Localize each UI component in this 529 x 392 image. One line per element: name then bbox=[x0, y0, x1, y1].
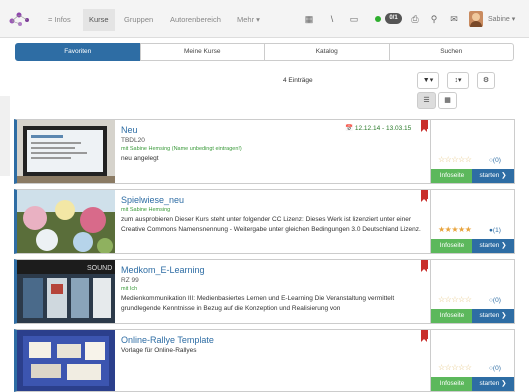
user-menu[interactable]: Sabine ▾ bbox=[488, 14, 515, 26]
course-row: Neu TBDL20 mit Sabine Hemsing (Name unbe… bbox=[14, 119, 515, 184]
search-icon[interactable]: ⚲ bbox=[428, 13, 440, 25]
mail-icon[interactable]: ✉ bbox=[448, 13, 460, 25]
course-owner: mit Ich bbox=[121, 286, 138, 292]
folder-icon[interactable]: ▭ bbox=[348, 13, 360, 25]
tab-favoriten[interactable]: Favoriten bbox=[15, 43, 141, 61]
calendar-icon[interactable]: ▦ bbox=[303, 13, 315, 25]
course-actions: ☆☆☆☆☆ ○(0) Infoseite starten ❯ bbox=[430, 120, 514, 183]
comments-count[interactable]: ●(1) bbox=[489, 227, 501, 234]
course-description: zum ausprobieren Dieser Kurs steht unter… bbox=[121, 216, 421, 233]
course-owner: mit Sabine Hemsing (Name unbedingt eintr… bbox=[121, 146, 242, 152]
nav-kurse[interactable]: Kurse bbox=[83, 9, 115, 31]
bookmark-icon[interactable] bbox=[421, 190, 428, 202]
table-view-button[interactable]: ▦ bbox=[438, 92, 457, 109]
rating-stars[interactable]: ☆☆☆☆☆ bbox=[438, 363, 472, 372]
table-view-icon: ▦ bbox=[444, 97, 451, 104]
infoseite-button[interactable]: Infoseite bbox=[431, 309, 473, 323]
course-code: TBDL20 bbox=[121, 137, 145, 144]
infoseite-button[interactable]: Infoseite bbox=[431, 169, 473, 183]
tab-meine-kurse[interactable]: Meine Kurse bbox=[139, 43, 265, 61]
course-actions: ★★★★★ ●(1) Infoseite starten ❯ bbox=[430, 190, 514, 253]
course-description: Medienkommunikation III: Medienbasiertes… bbox=[121, 295, 395, 312]
course-info: Online-Rallye Template Vorlage für Onlin… bbox=[121, 334, 431, 356]
online-status-icon[interactable] bbox=[375, 16, 381, 22]
nav-mehr[interactable]: Mehr ▾ bbox=[237, 14, 260, 26]
starten-button[interactable]: starten ❯ bbox=[472, 377, 514, 391]
course-title[interactable]: Online-Rallye Template bbox=[121, 334, 431, 346]
course-thumbnail[interactable]: SOUND bbox=[17, 260, 115, 323]
avatar[interactable] bbox=[469, 11, 483, 27]
course-tabs: Favoriten Meine Kurse Katalog Suchen bbox=[15, 43, 514, 61]
course-description: neu angelegt bbox=[121, 155, 159, 162]
course-row: SOUND Medkom_E-Learning RZ 99 mit Ich Me… bbox=[14, 259, 515, 324]
tab-katalog[interactable]: Katalog bbox=[264, 43, 390, 61]
starten-button[interactable]: starten ❯ bbox=[472, 239, 514, 253]
nav-autorenbereich[interactable]: Autorenbereich bbox=[170, 14, 221, 26]
course-date: 📅 12.12.14 - 13.03.15 bbox=[345, 125, 412, 132]
course-owner: mit Sabine Hemsing bbox=[121, 207, 171, 213]
starten-button[interactable]: starten ❯ bbox=[472, 169, 514, 183]
nav-infos[interactable]: = Infos bbox=[48, 14, 71, 26]
rating-stars[interactable]: ☆☆☆☆☆ bbox=[438, 155, 472, 164]
top-navbar: = Infos Kurse Gruppen Autorenbereich Meh… bbox=[0, 0, 529, 38]
course-title[interactable]: Medkom_E-Learning bbox=[121, 264, 431, 276]
settings-button[interactable]: ⚙ bbox=[477, 72, 495, 89]
comments-count[interactable]: ○(0) bbox=[489, 365, 501, 372]
course-code: RZ 99 bbox=[121, 277, 139, 284]
print-icon[interactable]: ⎙ bbox=[409, 13, 421, 25]
course-title[interactable]: Spielwiese_neu bbox=[121, 194, 431, 206]
course-description: Vorlage für Online-Rallyes bbox=[121, 347, 197, 354]
rss-icon[interactable]: \ bbox=[326, 13, 338, 25]
course-row: Online-Rallye Template Vorlage für Onlin… bbox=[14, 329, 515, 392]
tab-suchen[interactable]: Suchen bbox=[388, 43, 514, 61]
entries-count: 4 Einträge bbox=[283, 77, 313, 84]
list-view-button[interactable]: ☰ bbox=[417, 92, 436, 109]
bookmark-icon[interactable] bbox=[421, 330, 428, 342]
course-info: Medkom_E-Learning RZ 99 mit Ich Medienko… bbox=[121, 264, 431, 313]
course-thumbnail[interactable] bbox=[17, 190, 115, 253]
rating-stars[interactable]: ★★★★★ bbox=[438, 225, 472, 234]
logo-icon[interactable] bbox=[8, 9, 32, 29]
course-actions: ☆☆☆☆☆ ○(0) Infoseite starten ❯ bbox=[430, 330, 514, 391]
left-gutter bbox=[0, 96, 10, 176]
course-row: Spielwiese_neu mit Sabine Hemsing zum au… bbox=[14, 189, 515, 254]
course-actions: ☆☆☆☆☆ ○(0) Infoseite starten ❯ bbox=[430, 260, 514, 323]
infoseite-button[interactable]: Infoseite bbox=[431, 377, 473, 391]
course-thumbnail[interactable] bbox=[17, 330, 115, 391]
bookmark-icon[interactable] bbox=[421, 120, 428, 132]
list-view-icon: ☰ bbox=[423, 97, 430, 104]
svg-text:SOUND: SOUND bbox=[87, 265, 112, 272]
bookmark-icon[interactable] bbox=[421, 260, 428, 272]
course-thumbnail[interactable] bbox=[17, 120, 115, 183]
nav-gruppen[interactable]: Gruppen bbox=[124, 14, 153, 26]
chat-badge[interactable]: 0/1 bbox=[385, 13, 402, 24]
course-info: Spielwiese_neu mit Sabine Hemsing zum au… bbox=[121, 194, 431, 234]
rating-stars[interactable]: ☆☆☆☆☆ bbox=[438, 295, 472, 304]
filter-button[interactable]: ▼▾ bbox=[417, 72, 439, 89]
sort-button[interactable]: ↕▾ bbox=[447, 72, 469, 89]
starten-button[interactable]: starten ❯ bbox=[472, 309, 514, 323]
comments-count[interactable]: ○(0) bbox=[489, 297, 501, 304]
infoseite-button[interactable]: Infoseite bbox=[431, 239, 473, 253]
comments-count[interactable]: ○(0) bbox=[489, 157, 501, 164]
